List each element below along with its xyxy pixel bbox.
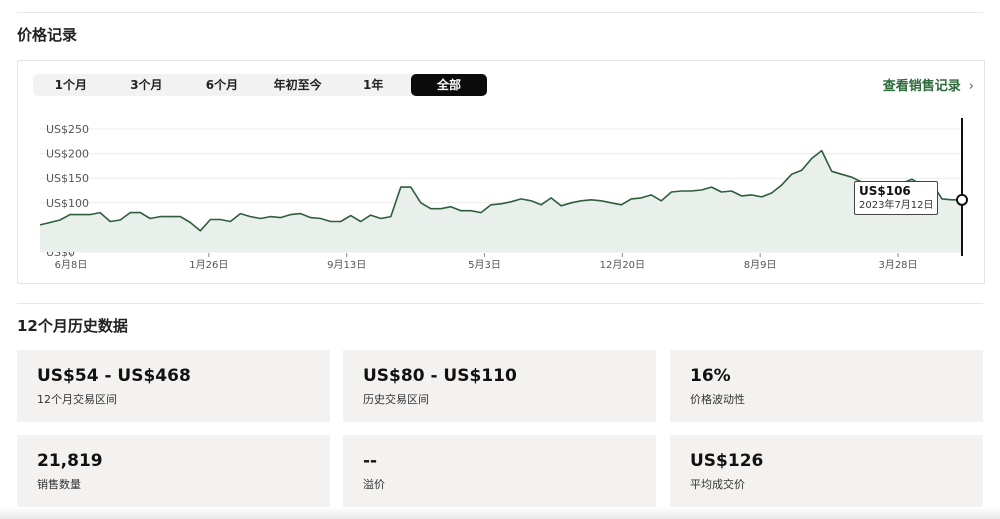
highlight-point — [956, 193, 968, 206]
price-history-title: 价格记录 — [17, 26, 78, 44]
y-tick-label: US$150 — [46, 172, 89, 185]
top-divider — [17, 12, 983, 13]
stat-label: 溢价 — [363, 478, 385, 491]
stat-label: 销售数量 — [37, 478, 81, 491]
x-tick-label: 8月9日 — [744, 259, 777, 271]
history-title: 12个月历史数据 — [17, 317, 128, 335]
stat-card-historic-range: US$80 - US$110 历史交易区间 — [343, 350, 656, 422]
stat-card-premium: -- 溢价 — [343, 435, 656, 507]
tooltip-date: 2023年7月12日 — [859, 200, 934, 211]
stat-value: US$80 - US$110 — [363, 366, 517, 386]
stat-label: 历史交易区间 — [363, 393, 429, 406]
bottom-fade — [0, 507, 1000, 519]
stat-label: 平均成交价 — [690, 478, 745, 491]
x-tick-label: 12月20日 — [600, 259, 645, 271]
stat-value: US$54 - US$468 — [37, 366, 191, 386]
series-area — [40, 150, 962, 252]
stat-value: 21,819 — [37, 451, 103, 471]
stat-label: 价格波动性 — [690, 393, 745, 406]
x-tick-label: 3月28日 — [878, 259, 917, 271]
x-tick-label: 9月13日 — [327, 259, 366, 271]
history-divider — [17, 303, 983, 304]
stat-value: -- — [363, 451, 378, 471]
stat-label: 12个月交易区间 — [37, 393, 117, 406]
price-chart[interactable]: US$0US$50US$100US$150US$200US$2506月8日1月2… — [18, 61, 984, 283]
stat-card-12m-range: US$54 - US$468 12个月交易区间 — [17, 350, 330, 422]
x-tick-label: 5月3日 — [468, 259, 501, 271]
tooltip-price: US$106 — [859, 184, 911, 198]
stat-card-volatility: 16% 价格波动性 — [670, 350, 983, 422]
y-tick-label: US$250 — [46, 123, 89, 136]
price-chart-card: 1个月 3个月 6个月 年初至今 1年 全部 查看销售记录› US$0US$50… — [17, 60, 985, 284]
y-tick-label: US$100 — [46, 197, 89, 210]
stat-value: US$126 — [690, 451, 764, 471]
x-tick-label: 1月26日 — [189, 259, 228, 271]
chart-tooltip: US$106 2023年7月12日 — [854, 181, 938, 215]
y-tick-label: US$200 — [46, 148, 89, 161]
stat-card-sales-count: 21,819 销售数量 — [17, 435, 330, 507]
stat-card-average-price: US$126 平均成交价 — [670, 435, 983, 507]
x-tick-label: 6月8日 — [55, 259, 88, 271]
stat-value: 16% — [690, 366, 731, 386]
